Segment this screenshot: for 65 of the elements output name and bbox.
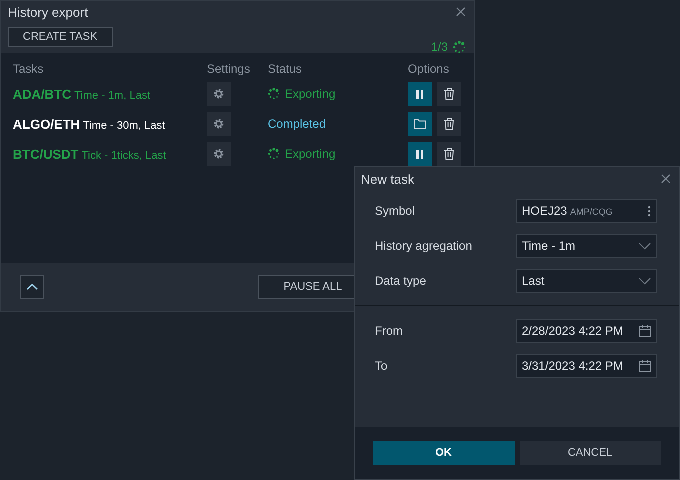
pause-icon — [416, 150, 424, 158]
field-label: From — [375, 324, 403, 338]
field-label: Data type — [375, 274, 426, 288]
settings-button[interactable] — [207, 142, 231, 166]
delete-button[interactable] — [437, 142, 461, 166]
chevron-down-icon — [639, 242, 651, 250]
column-header: Status — [268, 62, 304, 76]
cancel-button[interactable]: CANCEL — [520, 441, 661, 465]
status-text: Exporting — [285, 87, 336, 101]
pause-button[interactable] — [408, 142, 432, 166]
window-title: History export — [8, 4, 88, 20]
collapse-button[interactable] — [20, 275, 44, 299]
delete-button[interactable] — [437, 82, 461, 106]
more-icon — [648, 206, 651, 216]
date-value: 2/28/2023 4:22 PM — [522, 324, 624, 338]
field-label: To — [375, 359, 388, 373]
task-detail: Tick - 1ticks, Last — [82, 150, 166, 162]
calendar-icon — [639, 325, 651, 337]
pause-button[interactable] — [408, 82, 432, 106]
task-detail: Time - 30m, Last — [83, 120, 166, 132]
task-symbol: ADA/BTC — [13, 86, 72, 102]
chevron-up-icon — [26, 284, 38, 290]
task-detail: Time - 1m, Last — [74, 90, 150, 102]
gear-icon — [213, 118, 225, 130]
column-header: Options — [408, 62, 450, 76]
close-icon[interactable] — [456, 7, 466, 17]
select-value: Time - 1m — [522, 239, 576, 253]
date-field[interactable]: 3/31/2023 4:22 PM — [516, 354, 657, 378]
task-symbol: ALGO/ETH — [13, 116, 80, 132]
trash-icon — [444, 88, 454, 100]
trash-icon — [444, 118, 454, 130]
create-task-button[interactable]: CREATE TASK — [8, 27, 113, 47]
close-icon[interactable] — [661, 174, 671, 184]
dropdown[interactable]: Time - 1m — [516, 234, 657, 258]
field-label: History agregation — [375, 239, 472, 253]
task-symbol: BTC/USDT — [13, 146, 79, 162]
field-label: Symbol — [375, 204, 416, 218]
gear-icon — [213, 88, 225, 100]
delete-button[interactable] — [437, 112, 461, 136]
column-header: Tasks — [13, 62, 45, 76]
dropdown[interactable]: Last — [516, 269, 657, 293]
spinner-icon — [453, 40, 466, 54]
settings-button[interactable] — [207, 82, 231, 106]
chevron-down-icon — [639, 278, 651, 284]
calendar-icon — [639, 360, 651, 372]
select-value: Last — [522, 274, 545, 288]
spinner-icon — [268, 148, 280, 160]
exchange-label: AMP/CQG — [570, 207, 613, 217]
spinner-icon — [268, 88, 280, 100]
column-header: Settings — [207, 62, 252, 76]
date-field[interactable]: 2/28/2023 4:22 PM — [516, 319, 657, 343]
status-text: Exporting — [285, 147, 336, 161]
gear-icon — [213, 148, 225, 160]
progress-count: 1/3 — [431, 40, 448, 54]
open-folder-button[interactable] — [408, 112, 432, 136]
symbol-field[interactable]: HOEJ23 AMP/CQG — [516, 199, 657, 223]
dialog-title: New task — [361, 172, 414, 186]
date-value: 3/31/2023 4:22 PM — [522, 359, 624, 373]
ok-button[interactable]: OK — [373, 441, 514, 465]
folder-icon — [414, 119, 426, 129]
symbol-value: HOEJ23 — [522, 204, 568, 218]
settings-button[interactable] — [207, 112, 231, 136]
pause-icon — [416, 90, 424, 98]
status-text: Completed — [268, 117, 326, 131]
trash-icon — [444, 148, 454, 160]
